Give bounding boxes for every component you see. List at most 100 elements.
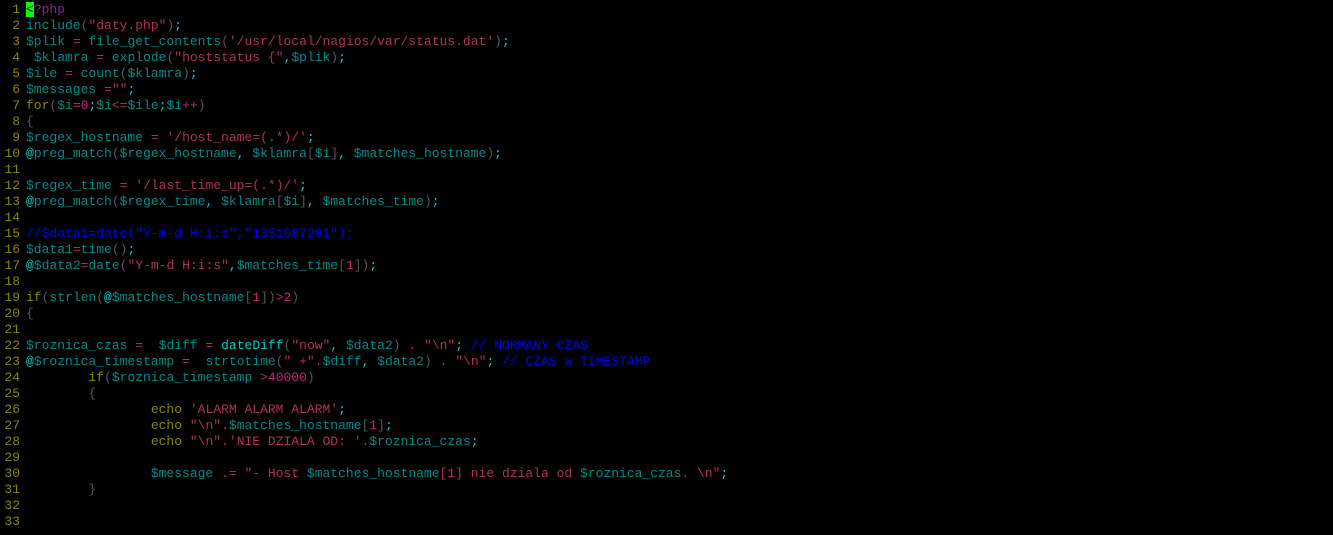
code-token: [ — [307, 146, 315, 161]
code-token: ; — [190, 66, 198, 81]
line-number: 19 — [0, 290, 20, 306]
code-token — [26, 418, 151, 433]
code-line[interactable]: $klamra = explode("hoststatus {",$plik); — [26, 50, 728, 66]
code-line[interactable]: $plik = file_get_contents('/usr/local/na… — [26, 34, 728, 50]
line-number: 5 — [0, 66, 20, 82]
code-token: dateDiff — [221, 338, 283, 353]
code-token: $klamra — [252, 146, 307, 161]
code-editor[interactable]: 1234567891011121314151617181920212223242… — [0, 0, 1333, 530]
code-token: @ — [26, 258, 34, 273]
code-token: ) — [424, 354, 432, 369]
code-line[interactable] — [26, 162, 728, 178]
code-token: "\n" — [424, 338, 455, 353]
code-token: ) — [494, 34, 502, 49]
code-token: time — [81, 242, 112, 257]
code-line[interactable]: } — [26, 482, 728, 498]
code-line[interactable]: @$data2=date("Y-m-d H:i:s",$matches_time… — [26, 258, 728, 274]
code-line[interactable]: $messages =""; — [26, 82, 728, 98]
code-line[interactable]: { — [26, 114, 728, 130]
code-token: @ — [26, 146, 34, 161]
line-number: 20 — [0, 306, 20, 322]
code-token: $matches_time — [237, 258, 338, 273]
line-number: 22 — [0, 338, 20, 354]
code-token: ]) — [260, 290, 276, 305]
code-token: "" — [112, 82, 128, 97]
code-token: $regex_hostname — [26, 130, 143, 145]
code-token: , — [205, 194, 221, 209]
code-token — [190, 354, 206, 369]
code-line[interactable]: $ile = count($klamra); — [26, 66, 728, 82]
code-token: $ile — [26, 66, 57, 81]
code-line[interactable]: if($roznica_timestamp >40000) — [26, 370, 728, 386]
code-line[interactable] — [26, 210, 728, 226]
code-token: 1 — [252, 290, 260, 305]
code-token: ; — [455, 338, 463, 353]
code-line[interactable]: { — [26, 386, 728, 402]
code-line[interactable]: @$roznica_timestamp = strtotime(" +".$di… — [26, 354, 728, 370]
code-line[interactable] — [26, 498, 728, 514]
line-number: 26 — [0, 402, 20, 418]
code-token: .= — [221, 466, 237, 481]
code-token: $data2 — [34, 258, 81, 273]
code-token: ) — [182, 66, 190, 81]
code-token: "Y-m-d H:i:s" — [127, 258, 228, 273]
code-line[interactable] — [26, 514, 728, 530]
line-number: 21 — [0, 322, 20, 338]
code-token — [143, 338, 159, 353]
code-line[interactable]: $data1=time(); — [26, 242, 728, 258]
code-token: , — [330, 338, 346, 353]
code-line[interactable]: echo "\n".$matches_hostname[1]; — [26, 418, 728, 434]
code-token: ) — [307, 370, 315, 385]
code-token: preg_match — [34, 194, 112, 209]
code-line[interactable]: $message .= "- Host $matches_hostname[1]… — [26, 466, 728, 482]
code-line[interactable]: <?php — [26, 2, 728, 18]
code-token: // NORMANY CZAS — [471, 338, 588, 353]
code-line[interactable]: @preg_match($regex_time, $klamra[$i], $m… — [26, 194, 728, 210]
code-line[interactable] — [26, 274, 728, 290]
code-line[interactable]: @preg_match($regex_hostname, $klamra[$i]… — [26, 146, 728, 162]
code-token: $roznica_timestamp — [112, 370, 252, 385]
code-token: $data2 — [377, 354, 424, 369]
code-line[interactable]: $regex_time = '/last_time_up=(.*)/'; — [26, 178, 728, 194]
line-number: 14 — [0, 210, 20, 226]
code-token — [26, 370, 88, 385]
code-token: strtotime — [205, 354, 275, 369]
code-area[interactable]: <?phpinclude("daty.php");$plik = file_ge… — [22, 0, 728, 530]
code-line[interactable]: echo 'ALARM ALARM ALARM'; — [26, 402, 728, 418]
line-number: 9 — [0, 130, 20, 146]
line-number: 23 — [0, 354, 20, 370]
code-line[interactable] — [26, 322, 728, 338]
code-token: $diff — [323, 354, 362, 369]
code-token: $i — [167, 98, 183, 113]
line-number: 29 — [0, 450, 20, 466]
code-token — [57, 66, 65, 81]
line-number: 17 — [0, 258, 20, 274]
code-line[interactable]: //$data1=date("Y-m-d H:i:s","1351087201"… — [26, 226, 728, 242]
code-token: ; — [338, 402, 346, 417]
code-token: , — [338, 146, 354, 161]
code-token — [182, 434, 190, 449]
code-line[interactable] — [26, 450, 728, 466]
code-token — [252, 370, 260, 385]
code-token: ) — [486, 146, 494, 161]
line-number: 15 — [0, 226, 20, 242]
code-token: , — [362, 354, 378, 369]
line-number: 18 — [0, 274, 20, 290]
code-token: '/usr/local/nagios/var/status.dat' — [229, 34, 494, 49]
code-token — [182, 418, 190, 433]
code-line[interactable]: $regex_hostname = '/host_name=(.*)/'; — [26, 130, 728, 146]
code-token: 'ALARM ALARM ALARM' — [190, 402, 338, 417]
code-token: ; — [432, 194, 440, 209]
code-line[interactable]: { — [26, 306, 728, 322]
code-token: "\n" — [190, 418, 221, 433]
code-line[interactable]: $roznica_czas = $diff = dateDiff("now", … — [26, 338, 728, 354]
code-token: = — [73, 98, 81, 113]
code-token: { — [26, 306, 34, 321]
code-token: echo — [151, 418, 182, 433]
code-line[interactable]: for($i=0;$i<=$ile;$i++) — [26, 98, 728, 114]
code-line[interactable]: include("daty.php"); — [26, 18, 728, 34]
code-token: ] — [299, 194, 307, 209]
code-line[interactable]: if(strlen(@$matches_hostname[1])>2) — [26, 290, 728, 306]
code-token: ( — [96, 290, 104, 305]
code-line[interactable]: echo "\n".'NIE DZIALA OD: '.$roznica_cza… — [26, 434, 728, 450]
